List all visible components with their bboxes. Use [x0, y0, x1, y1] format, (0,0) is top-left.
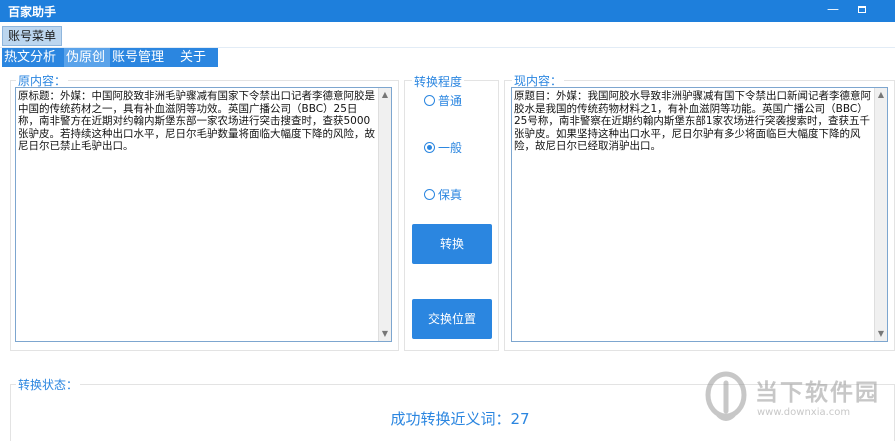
menu-bar: 账号菜单: [0, 22, 895, 48]
minimize-button[interactable]: —: [822, 1, 844, 19]
original-scrollbar[interactable]: ▲ ▼: [378, 88, 391, 341]
nav-item-about[interactable]: 关于: [180, 48, 216, 67]
watermark-logo-icon: [705, 371, 747, 421]
degree-option-normal-label: 普通: [438, 94, 463, 108]
scroll-down-icon[interactable]: ▼: [379, 328, 391, 340]
result-content-text[interactable]: 原题目：外媒：我国阿胶水导致非洲驴骤减有国下令禁出口新闻记者李德意阿胶水是我国的…: [514, 90, 873, 339]
scroll-down-icon[interactable]: ▼: [875, 328, 887, 340]
watermark-text: 当下软件园: [755, 380, 880, 406]
degree-option-faithful-label: 保真: [438, 188, 463, 202]
result-scrollbar[interactable]: ▲ ▼: [874, 88, 887, 341]
swap-button[interactable]: 交换位置: [412, 299, 492, 339]
watermark: 当下软件园 www.downxia.com: [705, 371, 895, 431]
app-title: 百家助手: [8, 5, 57, 19]
maximize-button[interactable]: [851, 1, 873, 19]
status-label: 转换状态：: [16, 376, 81, 393]
nav-item-hot-analysis[interactable]: 热文分析: [4, 48, 64, 67]
title-bar: 百家助手 —: [0, 0, 895, 22]
result-content-textarea[interactable]: 原题目：外媒：我国阿胶水导致非洲驴骤减有国下令禁出口新闻记者李德意阿胶水是我国的…: [511, 87, 888, 342]
watermark-url: www.downxia.com: [757, 407, 851, 418]
radio-selected-icon: [424, 142, 435, 153]
original-content-text[interactable]: 原标题：外媒：中国阿胶致非洲毛驴骤减有国家下令禁出口记者李德意阿胶是中国的传统药…: [18, 90, 377, 339]
original-content-textarea[interactable]: 原标题：外媒：中国阿胶致非洲毛驴骤减有国家下令禁出口记者李德意阿胶是中国的传统药…: [15, 87, 392, 342]
radio-icon: [424, 95, 435, 106]
sub-nav: 热文分析 伪原创 账号管理 关于: [2, 48, 218, 67]
scroll-up-icon[interactable]: ▲: [875, 89, 887, 101]
scroll-up-icon[interactable]: ▲: [379, 89, 391, 101]
degree-option-moderate-label: 一般: [438, 141, 463, 155]
maximize-icon: [858, 6, 866, 13]
nav-item-account-management[interactable]: 账号管理: [112, 48, 172, 67]
account-menu[interactable]: 账号菜单: [2, 26, 63, 46]
nav-item-pseudo-original[interactable]: 伪原创: [64, 48, 110, 67]
convert-button[interactable]: 转换: [412, 224, 492, 264]
radio-icon: [424, 189, 435, 200]
degree-label: 转换程度: [412, 73, 465, 90]
